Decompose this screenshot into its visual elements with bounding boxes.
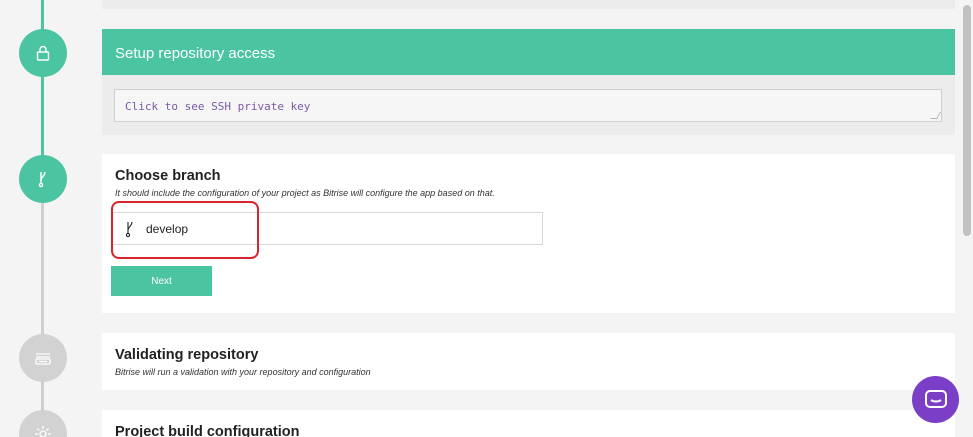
lock-icon <box>36 45 50 61</box>
build-config-title: Project build configuration <box>115 424 300 437</box>
branch-highlight-annotation <box>111 201 259 259</box>
step-validating <box>19 334 67 382</box>
gear-icon <box>35 426 51 437</box>
scrollbar-track[interactable] <box>961 0 973 437</box>
repo-access-title: Setup repository access <box>102 29 955 75</box>
build-config-card: Project build configuration <box>102 410 955 437</box>
chat-button[interactable] <box>912 376 959 423</box>
scrollbar-thumb[interactable] <box>963 5 971 236</box>
branch-icon <box>38 171 46 188</box>
resize-grip-icon[interactable] <box>929 112 942 119</box>
validating-subtitle: Bitrise will run a validation with your … <box>115 367 371 377</box>
timeline-line-pending <box>41 200 44 437</box>
previous-step-card <box>102 0 955 9</box>
step-build-config <box>19 410 67 437</box>
stack-icon <box>35 353 51 365</box>
ssh-key-textarea[interactable]: Click to see SSH private key <box>114 89 942 122</box>
next-button[interactable]: Next <box>111 266 212 296</box>
choose-branch-title: Choose branch <box>115 168 221 184</box>
repo-access-card: Setup repository access Click to see SSH… <box>102 29 955 135</box>
chat-icon <box>924 389 947 408</box>
ssh-key-placeholder: Click to see SSH private key <box>125 100 311 113</box>
choose-branch-subtitle: It should include the configuration of y… <box>115 188 495 198</box>
validating-title: Validating repository <box>115 347 259 363</box>
timeline-line-completed <box>41 0 44 160</box>
step-branch <box>19 155 67 203</box>
validating-card: Validating repository Bitrise will run a… <box>102 333 955 390</box>
step-repo-access <box>19 29 67 77</box>
